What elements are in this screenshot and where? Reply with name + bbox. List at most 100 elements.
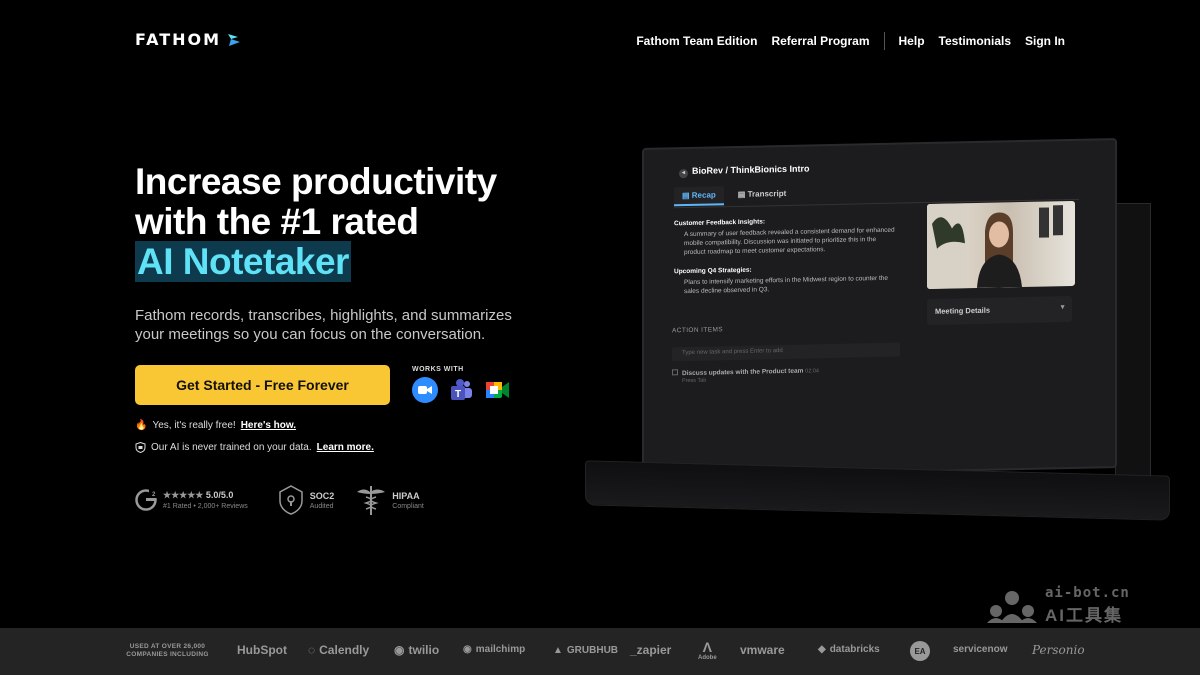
works-with: WORKS WITH T xyxy=(412,366,510,403)
laptop-screen-edge xyxy=(1115,203,1151,478)
databricks-icon: ◆ xyxy=(818,644,826,655)
tab-recap[interactable]: ▤ Recap xyxy=(674,186,724,207)
works-with-label: WORKS WITH xyxy=(412,366,464,373)
heres-how-link[interactable]: Here's how. xyxy=(241,420,296,431)
mailchimp-text: mailchimp xyxy=(475,644,526,655)
databricks-text: databricks xyxy=(829,644,880,655)
task-text: Discuss updates with the Product team xyxy=(682,367,804,378)
nav-links: Fathom Team Edition Referral Program Hel… xyxy=(636,32,1065,50)
mailchimp-icon: ◉ xyxy=(463,644,472,655)
vmware-logo: vmware xyxy=(740,643,785,657)
back-icon[interactable]: ◂ xyxy=(679,169,688,179)
rating-value: 5.0/5.0 xyxy=(205,490,234,500)
hipaa-sub: Compliant xyxy=(392,502,424,510)
privacy-note: Our AI is never trained on your data. Le… xyxy=(135,442,374,453)
trust-badges: 2 ★★★★★ 5.0/5.0 #1 Rated • 2,000+ Review… xyxy=(135,484,446,516)
zapier-logo: _zapier xyxy=(630,643,672,657)
soc2-sub: Audited xyxy=(309,502,334,510)
hipaa-badge: HIPAA Compliant xyxy=(356,484,424,516)
meeting-details-panel[interactable]: Meeting Details ▼ xyxy=(927,295,1072,326)
adobe-icon: Λ xyxy=(702,639,712,655)
nav-sign-in[interactable]: Sign In xyxy=(1025,34,1065,48)
nav-help[interactable]: Help xyxy=(899,34,925,48)
calendly-icon: ◌ xyxy=(308,643,316,657)
svg-text:T: T xyxy=(455,389,461,400)
shield-icon xyxy=(135,442,146,453)
action-items-heading: ACTION ITEMS xyxy=(672,326,724,335)
watermark-logo-icon xyxy=(987,590,1037,623)
meeting-title-text: BioRev / ThinkBionics Intro xyxy=(692,163,810,176)
fathom-logo[interactable]: FATHOM xyxy=(135,30,241,49)
nav-team-edition[interactable]: Fathom Team Edition xyxy=(636,34,757,48)
databricks-logo: ◆ databricks xyxy=(818,644,880,655)
hero-title-highlight: AI Notetaker xyxy=(135,241,351,282)
chevron-down-icon: ▼ xyxy=(1059,304,1066,312)
task-checkbox[interactable] xyxy=(672,369,678,376)
watermark-domain: ai-bot.cn xyxy=(1045,585,1130,601)
watermark-title: AI工具集 xyxy=(1045,606,1123,625)
hero-subtitle: Fathom records, transcribes, highlights,… xyxy=(135,307,512,343)
tab-transcript-label: Transcript xyxy=(747,188,787,199)
tab-transcript[interactable]: ▤ Transcript xyxy=(738,185,786,205)
adobe-text: Adobe xyxy=(698,655,717,661)
personio-logo: Personio xyxy=(1032,643,1085,657)
g2-icon: 2 xyxy=(135,489,157,511)
customers-label: USED AT OVER 26,000 COMPANIES INCLUDING xyxy=(126,643,209,658)
learn-more-link[interactable]: Learn more. xyxy=(317,442,374,453)
twilio-text: twilio xyxy=(408,643,440,657)
soc2-title: SOC2 xyxy=(309,490,335,501)
logo-text: FATHOM xyxy=(135,30,222,49)
laptop-mockup: ◂ BioRev / ThinkBionics Intro ▤ Recap ▤ T… xyxy=(585,135,1175,525)
app-tabs: ▤ Recap ▤ Transcript xyxy=(674,185,786,207)
servicenow-logo: servicenow xyxy=(953,644,1008,655)
rating-stars: ★★★★★ xyxy=(163,490,204,500)
hubspot-logo: HubSpot xyxy=(237,643,287,657)
adobe-logo: Λ Adobe xyxy=(698,639,717,661)
grubhub-text: GRUBHUB xyxy=(566,645,619,656)
free-note-text: Yes, it's really free! xyxy=(152,420,236,431)
recap-body: Customer Feedback Insights: A summary of… xyxy=(674,211,899,297)
hero-title-line2: with the #1 rated xyxy=(135,201,419,242)
laptop-base xyxy=(585,460,1170,521)
ea-logo: EA xyxy=(910,641,930,661)
hero-title-line1: Increase productivity xyxy=(135,161,497,202)
section1-text: A summary of user feedback revealed a co… xyxy=(684,226,895,257)
grubhub-logo: ▲ GRUBHUB xyxy=(553,645,618,656)
twilio-icon: ◉ xyxy=(394,643,405,657)
privacy-note-text: Our AI is never trained on your data. xyxy=(151,442,312,453)
meeting-title: ◂ BioRev / ThinkBionics Intro xyxy=(679,163,810,179)
tab-recap-label: Recap xyxy=(691,190,716,200)
meeting-details-label: Meeting Details xyxy=(935,305,991,316)
section2-text: Plans to intensify marketing efforts in … xyxy=(684,274,889,296)
soc2-badge: SOC2 Audited xyxy=(278,485,335,515)
new-task-input[interactable]: Type new task and press Enter to add xyxy=(672,342,900,362)
nav-testimonials[interactable]: Testimonials xyxy=(939,34,1011,48)
rating-sub: #1 Rated • 2,000+ Reviews xyxy=(163,503,248,510)
customer-logo-bar: USED AT OVER 26,000 COMPANIES INCLUDING … xyxy=(0,628,1200,675)
hipaa-title: HIPAA xyxy=(392,490,420,501)
free-note: 🔥 Yes, it's really free! Here's how. xyxy=(135,420,296,431)
teams-icon: T xyxy=(448,377,474,403)
fire-icon: 🔥 xyxy=(135,420,148,431)
calendly-text: Calendly xyxy=(319,643,370,657)
works-with-icons: T xyxy=(412,377,510,403)
video-person-image xyxy=(927,203,1063,290)
app-screen: ◂ BioRev / ThinkBionics Intro ▤ Recap ▤ T… xyxy=(642,138,1117,478)
task-hint: Press Tab xyxy=(682,377,707,385)
calendly-logo: ◌ Calendly xyxy=(308,643,369,657)
fathom-logo-icon xyxy=(228,33,241,46)
google-meet-icon xyxy=(484,377,510,403)
task-time: 02:04 xyxy=(805,368,819,375)
nav-divider xyxy=(883,32,885,50)
nav-referral-program[interactable]: Referral Program xyxy=(771,34,869,48)
meeting-video[interactable] xyxy=(927,200,1075,290)
zoom-icon xyxy=(412,377,438,403)
hero-title: Increase productivity with the #1 rated … xyxy=(135,162,497,282)
twilio-logo: ◉ twilio xyxy=(394,643,439,657)
watermark: ai-bot.cn AI工具集 xyxy=(985,585,1130,626)
soc2-shield-icon xyxy=(279,485,303,515)
mailchimp-logo: ◉ mailchimp xyxy=(463,644,525,655)
g2-rating-badge: 2 ★★★★★ 5.0/5.0 #1 Rated • 2,000+ Review… xyxy=(135,489,248,511)
task-item[interactable]: Discuss updates with the Product team 02… xyxy=(672,366,819,384)
get-started-button[interactable]: Get Started - Free Forever xyxy=(135,365,390,405)
